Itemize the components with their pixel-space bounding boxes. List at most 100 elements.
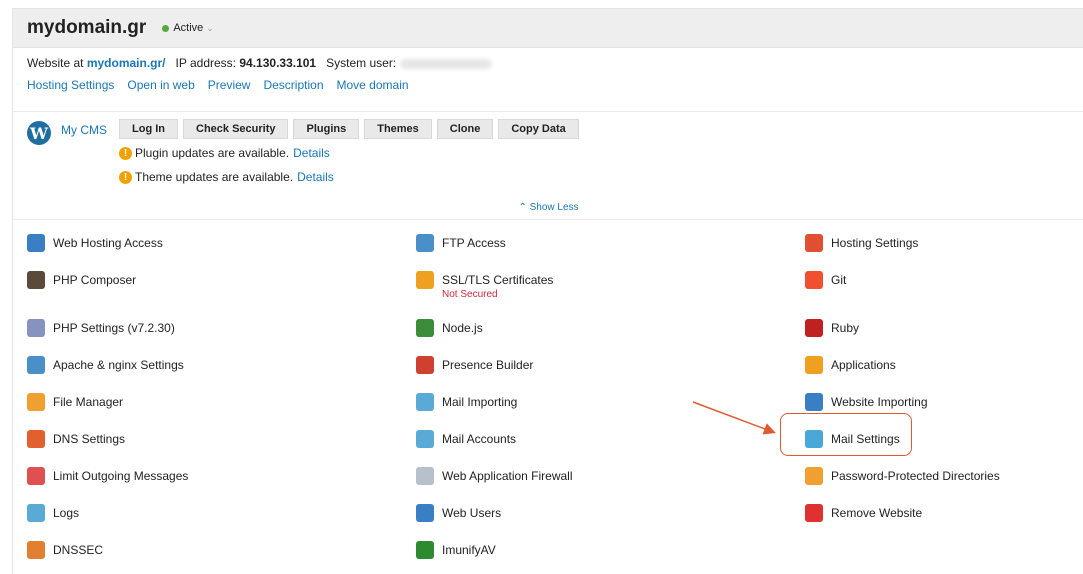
tool-applications[interactable]: Applications — [805, 356, 896, 374]
tool-web-hosting-access[interactable]: Web Hosting Access — [27, 234, 163, 252]
domain-title: mydomain.gr — [27, 17, 147, 38]
tool-label: FTP Access — [442, 236, 506, 250]
tool-label: PHP Settings (v7.2.30) — [53, 321, 175, 335]
tool-php-settings-v7-2-30[interactable]: PHP Settings (v7.2.30) — [27, 319, 175, 337]
check-security-button[interactable]: Check Security — [183, 119, 289, 139]
chevron-up-icon: ⌃ — [518, 202, 527, 213]
theme-details-link[interactable]: Details — [297, 170, 334, 184]
tool-label: Web Application Firewall — [442, 469, 573, 483]
tool-label: Remove Website — [831, 506, 923, 520]
link-hosting-settings[interactable]: Hosting Settings — [27, 77, 114, 93]
tool-label: Password-Protected Directories — [831, 469, 1000, 483]
my-cms-link[interactable]: My CMS — [61, 123, 107, 137]
tool-label: Apache & nginx Settings — [53, 358, 184, 372]
tool-limit-outgoing-messages[interactable]: Limit Outgoing Messages — [27, 467, 188, 485]
tool-file-manager[interactable]: File Manager — [27, 393, 123, 411]
git-icon — [805, 271, 823, 289]
tool-label: ImunifyAV — [442, 543, 496, 557]
server-settings-icon — [27, 356, 45, 374]
ip-value: 94.130.33.101 — [239, 56, 317, 70]
mail-limit-icon — [27, 467, 45, 485]
folder-icon — [27, 393, 45, 411]
tool-ftp-access[interactable]: FTP Access — [416, 234, 506, 252]
tool-label: Mail Importing — [442, 395, 518, 409]
system-user-label: System user: — [326, 56, 397, 70]
logs-icon — [27, 504, 45, 522]
warning-icon: ! — [119, 146, 132, 160]
show-less-toggle[interactable]: ⌃ Show Less — [13, 202, 1083, 213]
status-badge[interactable]: Active ⌄ — [162, 22, 214, 34]
link-preview[interactable]: Preview — [208, 77, 251, 93]
theme-update-text: Theme updates are available. — [135, 170, 294, 184]
tool-label: File Manager — [53, 395, 124, 409]
tool-label: Node.js — [442, 321, 483, 335]
tool-label: DNS Settings — [53, 432, 126, 446]
tool-label: PHP Composer — [53, 273, 137, 287]
tool-label: Web Hosting Access — [53, 236, 163, 250]
tool-ruby[interactable]: Ruby — [805, 319, 859, 337]
tool-label: Ruby — [831, 321, 860, 335]
tool-presence-builder[interactable]: Presence Builder — [416, 356, 533, 374]
domain-header: mydomain.gr Active ⌄ — [13, 9, 1083, 48]
tool-node-js[interactable]: Node.js — [416, 319, 483, 337]
clone-button[interactable]: Clone — [436, 119, 494, 139]
tool-web-users[interactable]: Web Users — [416, 504, 501, 522]
tools-icon — [416, 356, 434, 374]
globe-icon — [27, 234, 45, 252]
tool-web-application-firewall[interactable]: Web Application Firewall — [416, 467, 573, 485]
tool-imunifyav[interactable]: ImunifyAV — [416, 541, 496, 559]
tool-website-importing[interactable]: Website Importing — [805, 393, 928, 411]
dnssec-icon — [27, 541, 45, 559]
tool-label: Presence Builder — [442, 358, 534, 372]
tool-mail-accounts[interactable]: Mail Accounts — [416, 430, 516, 448]
tool-label: DNSSEC — [53, 543, 104, 557]
lock-icon — [416, 271, 434, 289]
tool-label: Applications — [831, 358, 896, 372]
mail-settings-highlight — [780, 413, 912, 456]
tool-dnssec[interactable]: DNSSEC — [27, 541, 103, 559]
link-open-in-web[interactable]: Open in web — [127, 77, 194, 93]
tool-hosting-settings[interactable]: Hosting Settings — [805, 234, 918, 252]
tool-remove-website[interactable]: Remove Website — [805, 504, 922, 522]
website-import-icon — [805, 393, 823, 411]
warning-icon: ! — [119, 170, 132, 184]
website-link[interactable]: mydomain.gr/ — [87, 56, 166, 70]
themes-button[interactable]: Themes — [364, 119, 432, 139]
status-label: Active — [173, 22, 204, 34]
tool-dns-settings[interactable]: DNS Settings — [27, 430, 125, 448]
copy-data-button[interactable]: Copy Data — [498, 119, 579, 139]
tool-status: Not Secured — [442, 289, 498, 300]
web-users-icon — [416, 504, 434, 522]
tool-apache-nginx-settings[interactable]: Apache & nginx Settings — [27, 356, 184, 374]
domain-info: Website at mydomain.gr/ IP address: 94.1… — [13, 48, 1083, 112]
plugins-button[interactable]: Plugins — [293, 119, 360, 139]
plugin-update-alert: ! Plugin updates are available. Details — [119, 146, 330, 160]
tool-label: SSL/TLS Certificates — [442, 273, 554, 287]
link-move-domain[interactable]: Move domain — [337, 77, 409, 93]
tool-label: Web Users — [442, 506, 502, 520]
gear-icon — [416, 541, 434, 559]
website-prefix: Website at — [27, 56, 84, 70]
show-less-label: Show Less — [529, 202, 579, 213]
tool-label: Git — [831, 273, 847, 287]
mail-import-icon — [416, 393, 434, 411]
domain-panel: mydomain.gr Active ⌄ Website at mydomain… — [12, 8, 1083, 574]
tool-php-composer[interactable]: PHP Composer — [27, 271, 136, 289]
tool-logs[interactable]: Logs — [27, 504, 79, 522]
tool-mail-importing[interactable]: Mail Importing — [416, 393, 517, 411]
tool-ssl-tls-certificates[interactable]: SSL/TLS Certificates Not Secured — [416, 271, 553, 301]
tool-label: Mail Accounts — [442, 432, 517, 446]
remove-icon — [805, 504, 823, 522]
nodejs-icon — [416, 319, 434, 337]
plugin-details-link[interactable]: Details — [293, 146, 330, 160]
tool-password-protected-directories[interactable]: Password-Protected Directories — [805, 467, 1000, 485]
wordpress-icon: W — [27, 121, 51, 145]
hosting-settings-icon — [805, 234, 823, 252]
status-dot-icon — [162, 24, 170, 32]
login-button[interactable]: Log In — [119, 119, 178, 139]
link-description[interactable]: Description — [263, 77, 323, 93]
tool-label: Limit Outgoing Messages — [53, 469, 189, 483]
shield-icon — [416, 467, 434, 485]
tool-git[interactable]: Git — [805, 271, 846, 289]
sun-gear-icon — [805, 356, 823, 374]
